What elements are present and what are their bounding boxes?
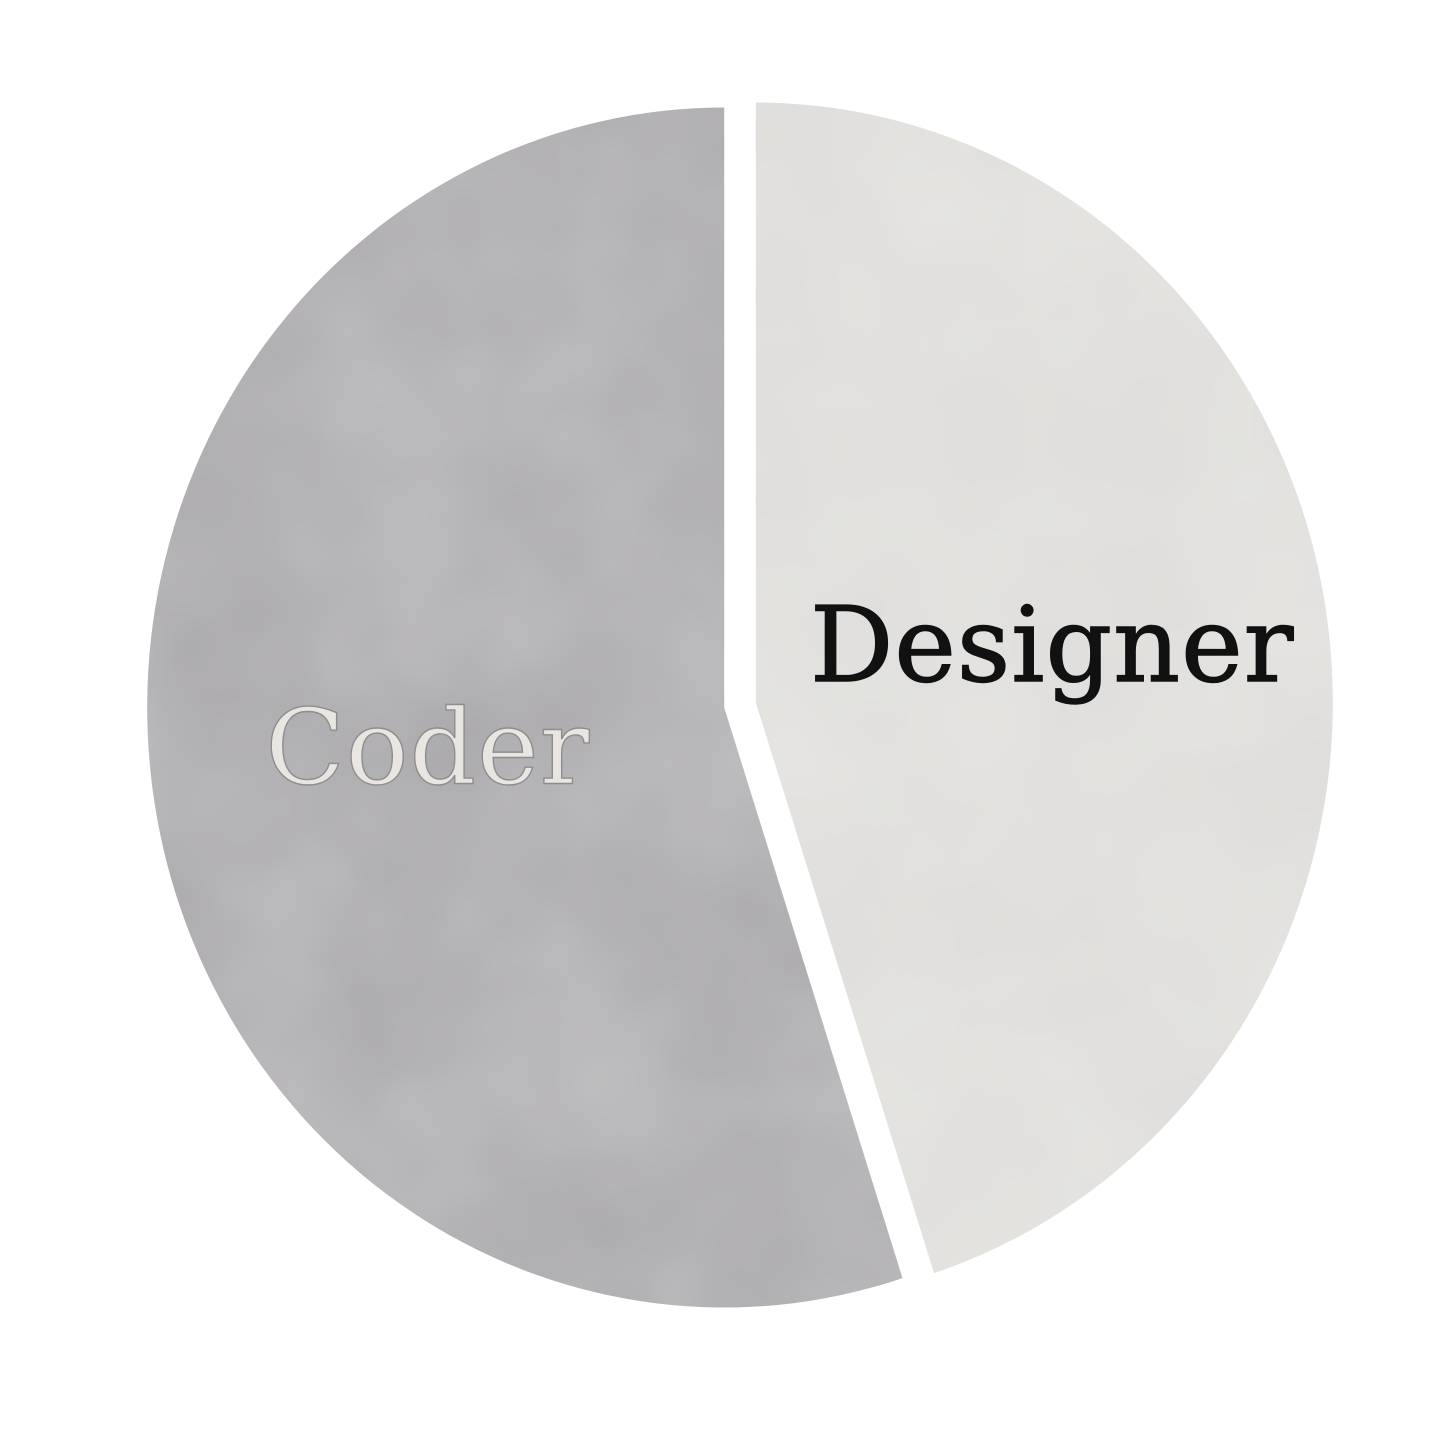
pie-label-designer: Designer — [810, 584, 1294, 706]
pie-label-coder: Coder — [265, 687, 590, 809]
pie-chart: Coder Designer — [147, 102, 1333, 1308]
